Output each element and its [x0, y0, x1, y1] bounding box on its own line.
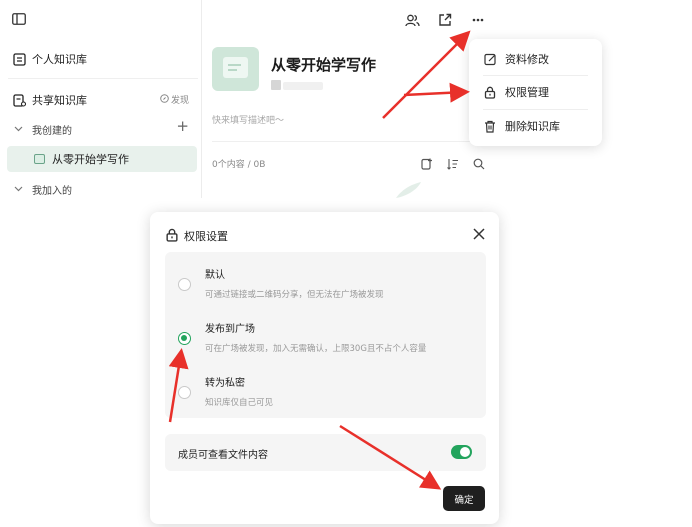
menu-item-delete-kb[interactable]: 删除知识库 — [469, 110, 602, 142]
add-kb-button[interactable]: + — [176, 119, 189, 134]
chevron-down-icon — [14, 125, 24, 135]
lock-icon — [166, 228, 178, 242]
sidebar-toggle-icon[interactable] — [12, 13, 26, 25]
search-button[interactable] — [472, 157, 485, 170]
chevron-down-icon — [14, 185, 24, 195]
option-publish-plaza[interactable]: 发布到广场 可在广场被发现，加入无需确认，上限30G且不占个人容量 — [165, 310, 486, 365]
shared-book-icon — [12, 93, 26, 107]
group-created-by-me[interactable]: 我创建的 — [14, 122, 72, 137]
kb-mini-icon — [34, 154, 45, 164]
group-joined[interactable]: 我加入的 — [14, 182, 72, 197]
sort-icon — [446, 158, 458, 170]
description-placeholder[interactable]: 快来填写描述吧～ — [212, 113, 284, 126]
visibility-options: 默认 可通过链接或二维码分享，但无法在广场被发现 发布到广场 可在广场被发现，加… — [165, 252, 486, 418]
trash-icon — [483, 119, 497, 133]
share-icon — [439, 13, 452, 26]
sidebar-item-shared-kb[interactable]: 共享知识库 — [12, 92, 87, 108]
radio-default[interactable] — [178, 278, 191, 291]
owner-name — [283, 82, 323, 90]
lock-icon — [483, 85, 497, 99]
more-menu: 资料修改 权限管理 删除知识库 — [469, 39, 602, 146]
kb-cover[interactable] — [212, 47, 259, 91]
search-icon — [473, 158, 484, 169]
sidebar-item-label: 个人知识库 — [32, 53, 87, 66]
add-file-icon — [420, 158, 432, 170]
empty-state-illustration — [396, 182, 421, 198]
document-icon — [223, 57, 248, 78]
sidebar-item-selected-kb[interactable]: 从零开始学写作 — [7, 146, 197, 172]
sort-button[interactable] — [446, 157, 459, 170]
book-icon — [12, 52, 26, 66]
divider — [212, 141, 492, 142]
sidebar: 个人知识库 共享知识库 发现 我创建的 + 从零开始学写作 我加入的 — [0, 0, 202, 198]
radio-private[interactable] — [178, 386, 191, 399]
menu-item-permission[interactable]: 权限管理 — [469, 76, 602, 108]
sidebar-item-personal-kb[interactable]: 个人知识库 — [12, 51, 87, 67]
knowledge-base-panel: 个人知识库 共享知识库 发现 我创建的 + 从零开始学写作 我加入的 从零开始学… — [0, 0, 500, 198]
content-stats: 0个内容 / 0B — [212, 160, 266, 170]
menu-item-edit-info[interactable]: 资料修改 — [469, 43, 602, 75]
divider — [8, 78, 198, 79]
avatar — [271, 80, 281, 90]
more-dots-icon — [472, 18, 484, 22]
compass-icon — [160, 93, 169, 106]
member-view-setting: 成员可查看文件内容 — [165, 434, 486, 471]
edit-icon — [483, 52, 497, 66]
confirm-button[interactable]: 确定 — [443, 486, 485, 511]
page-title: 从零开始学写作 — [271, 56, 377, 74]
add-content-button[interactable] — [420, 157, 433, 170]
discover-link[interactable]: 发现 — [160, 93, 189, 106]
sidebar-item-label: 共享知识库 — [32, 94, 87, 107]
kb-detail: 从零开始学写作 快来填写描述吧～ 0个内容 / 0B — [203, 0, 500, 198]
permission-dialog: 权限设置 默认 可通过链接或二维码分享，但无法在广场被发现 发布到广场 可在广场… — [150, 212, 499, 524]
members-button[interactable] — [403, 11, 421, 29]
close-icon[interactable] — [472, 227, 486, 241]
more-button[interactable] — [469, 11, 487, 29]
option-default[interactable]: 默认 可通过链接或二维码分享，但无法在广场被发现 — [165, 256, 486, 311]
option-private[interactable]: 转为私密 知识库仅自己可见 — [165, 364, 486, 419]
radio-publish-plaza[interactable] — [178, 332, 191, 345]
share-button[interactable] — [436, 11, 454, 29]
members-icon — [404, 14, 420, 26]
dialog-title: 权限设置 — [184, 230, 228, 243]
member-view-toggle[interactable] — [451, 445, 472, 459]
